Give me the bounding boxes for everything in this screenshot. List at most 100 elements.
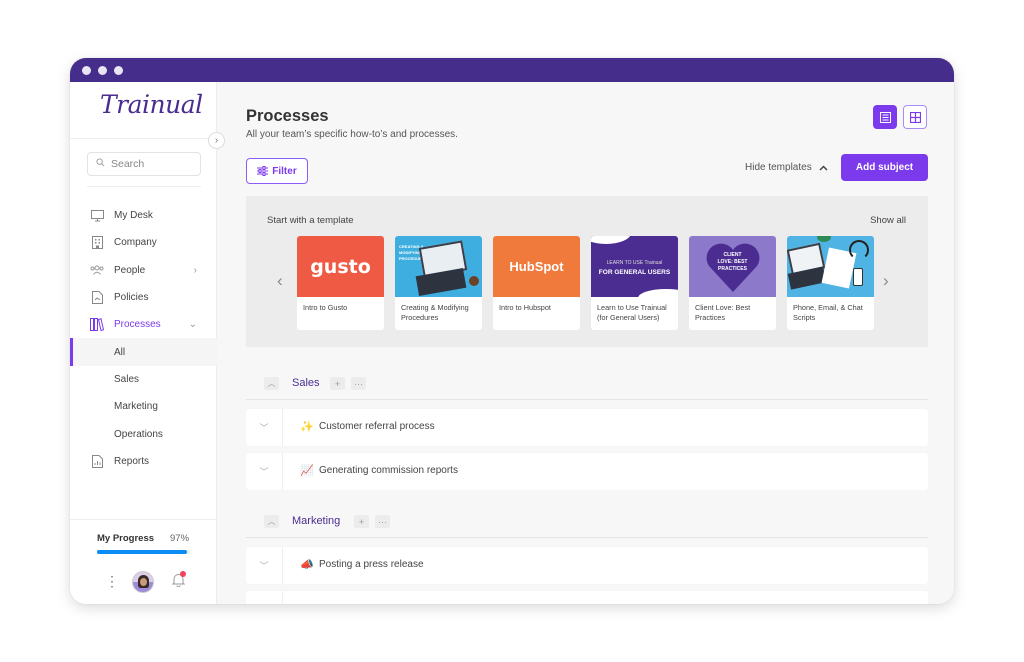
subject-header-marketing: ︿ Marketing + ··· [246,506,928,538]
sidebar-item-my-desk[interactable]: My Desk [70,202,217,229]
carousel-prev-icon[interactable]: ‹ [277,271,283,291]
process-emoji-icon: ✨ [300,421,314,433]
template-title: Intro to Gusto [303,303,348,312]
template-title: Phone, Email, & Chat Scripts [793,303,863,322]
sidebar-item-label: Policies [114,292,149,304]
template-title: Creating & Modifying Procedures [401,303,469,322]
sidebar-item-label: My Desk [114,210,153,222]
process-row[interactable]: ﹀ 📣 Posting a press release [246,547,928,584]
subject-header-sales: ︿ Sales + ··· [246,368,928,400]
sidebar-item-label: Processes [114,319,161,331]
avatar[interactable] [132,571,154,593]
sidebar-subitem-label: All [114,346,126,358]
process-emoji-icon: 📈 [300,465,314,477]
collapse-section-icon[interactable]: ︿ [264,377,279,390]
sidebar-subitem-label: Operations [114,428,163,440]
app-window: Trainual Search My Desk Company People › [70,58,954,604]
hide-templates-toggle[interactable]: Hide templates [745,162,828,173]
process-row[interactable]: ﹀ 📈 Generating commission reports [246,453,928,490]
sidebar-subitem-all[interactable]: All [70,338,217,367]
list-view-button[interactable] [873,105,897,129]
template-thumbnail [787,236,874,297]
sidebar-item-company[interactable]: Company [70,229,217,256]
window-dot-close[interactable] [82,65,91,75]
grid-view-button[interactable] [903,105,927,129]
collapse-sidebar-button[interactable]: › [208,132,225,149]
progress-bar-fill [97,550,188,554]
notification-badge [180,571,186,577]
subject-name[interactable]: Sales [292,377,320,389]
chevron-right-icon[interactable]: › [194,265,197,276]
sidebar-footer: ⋮ [70,568,217,604]
sidebar-subitem-marketing[interactable]: Marketing [70,393,217,420]
sidebar-item-label: Reports [114,455,150,467]
sidebar: Trainual Search My Desk Company People › [70,82,217,604]
report-icon [90,454,104,468]
sidebar-item-processes[interactable]: Processes ⌄ [70,311,217,338]
chevron-down-icon[interactable]: ⌄ [189,319,197,330]
progress-value: 97% [170,533,190,544]
add-process-icon[interactable]: + [330,377,345,390]
expand-row-icon[interactable]: ﹀ [246,409,283,446]
show-all-link[interactable]: Show all [870,215,906,226]
sidebar-nav: My Desk Company People › Policies Proces… [70,202,217,475]
sidebar-item-policies[interactable]: Policies [70,284,217,311]
more-actions-icon[interactable]: ··· [351,377,366,390]
expand-row-icon[interactable]: ﹀ [246,453,283,490]
sidebar-item-reports[interactable]: Reports [70,448,217,475]
add-process-icon[interactable]: + [354,515,369,528]
progress-label: My Progress [97,533,155,544]
plant-illustration [817,236,831,242]
thumbnail-text: FOR GENERAL USERS [598,268,671,276]
filter-button[interactable]: Filter [246,158,308,184]
expand-row-icon[interactable]: ﹀ [246,547,283,584]
more-options-icon[interactable]: ⋮ [105,574,119,588]
process-row[interactable]: ﹀ ✨ Customer referral process [246,409,928,446]
people-icon [90,263,104,277]
list-view-icon [879,111,891,123]
template-thumbnail: CREATING & MODIFYING PROCEDURES [395,236,482,297]
divider [87,186,201,187]
grid-view-icon [909,111,921,123]
more-actions-icon[interactable]: ··· [375,515,390,528]
sidebar-item-people[interactable]: People › [70,257,217,284]
carousel-next-icon[interactable]: › [883,271,889,291]
divider [70,138,217,139]
headset-illustration [849,240,869,260]
sidebar-subitem-operations[interactable]: Operations [70,420,217,447]
window-dot-maximize[interactable] [114,65,123,75]
template-thumbnail: CLIENT LOVE: BEST PRACTICES [689,236,776,297]
template-carousel: Start with a template Show all ‹ › gusto… [246,196,928,347]
sidebar-subitem-label: Sales [114,373,140,385]
expand-row-icon[interactable] [246,591,283,604]
template-card[interactable]: CREATING & MODIFYING PROCEDURES Creating… [395,236,482,330]
page-title: Processes [246,107,329,125]
template-card[interactable]: Phone, Email, & Chat Scripts [787,236,874,330]
document-icon [90,291,104,305]
template-card[interactable]: LEARN TO USE Trainual FOR GENERAL USERS … [591,236,678,330]
trainual-logo[interactable]: Trainual [100,90,203,119]
template-thumbnail: gusto [297,236,384,297]
window-dot-minimize[interactable] [98,65,107,75]
sidebar-subitem-label: Marketing [114,401,158,413]
gusto-logo: gusto [310,255,371,278]
monitor-icon [90,209,104,223]
search-input[interactable]: Search [87,152,201,176]
template-heading: Start with a template [267,215,354,226]
process-row[interactable] [246,591,928,604]
sidebar-item-label: Company [114,237,157,249]
subject-name[interactable]: Marketing [292,515,340,527]
page-subtitle: All your team’s specific how-to’s and pr… [246,129,458,140]
template-thumbnail: HubSpot [493,236,580,297]
add-subject-button[interactable]: Add subject [841,154,928,181]
process-emoji-icon: 📣 [300,559,314,571]
template-card[interactable]: HubSpot Intro to Hubspot [493,236,580,330]
thumbnail-text: LEARN TO USE Trainual [606,259,663,266]
collapse-section-icon[interactable]: ︿ [264,515,279,528]
sidebar-subitem-sales[interactable]: Sales [70,366,217,393]
template-card[interactable]: CLIENT LOVE: BEST PRACTICES Client Love:… [689,236,776,330]
chevron-up-icon [819,164,828,171]
phone-illustration [853,268,863,286]
template-title: Learn to Use Trainual (for General Users… [597,303,667,322]
template-card[interactable]: gusto Intro to Gusto [297,236,384,330]
